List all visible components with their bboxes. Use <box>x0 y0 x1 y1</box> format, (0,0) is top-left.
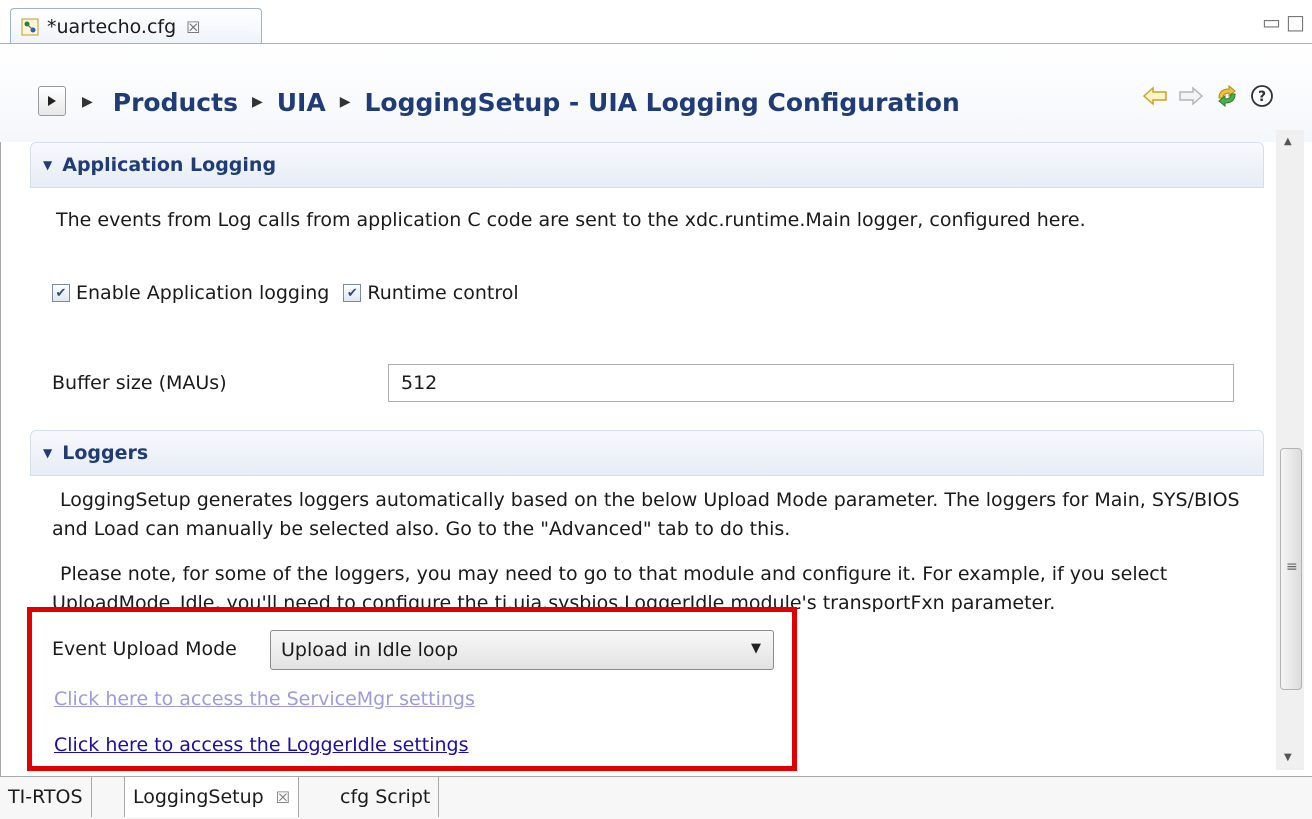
close-icon[interactable]: ☒ <box>186 18 200 37</box>
loggers-description-2: Please note, for some of the loggers, yo… <box>52 563 1168 612</box>
editor-left-border <box>0 44 1 776</box>
application-logging-options: ✔ Enable Application logging ✔ Runtime c… <box>52 282 519 304</box>
breadcrumb-separator-icon: ▶ <box>251 94 263 110</box>
help-icon[interactable]: ? <box>1250 84 1274 114</box>
runtime-control-label: Runtime control <box>367 282 519 304</box>
breadcrumb: ▶ Products ▶ UIA ▶ LoggingSetup - UIA Lo… <box>82 82 960 122</box>
tab-label: TI-RTOS <box>8 786 83 808</box>
loggers-description-1: LoggingSetup generates loggers automatic… <box>52 489 1240 540</box>
section-title: Application Logging <box>62 154 277 176</box>
page-title: LoggingSetup - UIA Logging Configuration <box>364 87 960 117</box>
config-file-icon <box>21 18 39 36</box>
breadcrumb-separator-icon: ▶ <box>82 94 93 110</box>
breadcrumb-item-uia[interactable]: UIA <box>277 88 326 117</box>
buffer-size-input[interactable]: 512 <box>388 364 1234 402</box>
editor-tab-uartecho[interactable]: *uartecho.cfg ☒ <box>10 8 262 45</box>
close-icon[interactable]: ☒ <box>276 788 290 807</box>
forward-arrow-icon[interactable] <box>1178 85 1204 113</box>
bottom-tab-bar: TI-RTOS LoggingSetup ☒ cfg Script <box>0 776 1312 819</box>
vertical-scrollbar[interactable]: ▲ ≡ ▼ <box>1276 130 1304 770</box>
expand-triangle-icon: ▼ <box>43 446 53 460</box>
breadcrumb-separator-icon: ▶ <box>339 94 351 110</box>
section-application-logging-header[interactable]: ▼ Application Logging <box>30 142 1264 188</box>
buffer-size-label: Buffer size (MAUs) <box>52 372 227 394</box>
minimize-icon[interactable]: ▭ <box>1262 10 1281 34</box>
editor-tab-bar: *uartecho.cfg ☒ ▭ □ <box>0 0 1312 45</box>
breadcrumb-item-products[interactable]: Products <box>113 88 238 117</box>
editor-tab-label: *uartecho.cfg <box>47 16 177 38</box>
history-toolbar: ? <box>1142 84 1274 114</box>
scroll-up-arrow-icon[interactable]: ▲ <box>1284 136 1292 147</box>
section-title: Loggers <box>62 442 149 464</box>
enable-application-logging-label: Enable Application logging <box>76 282 330 304</box>
play-icon <box>48 96 56 106</box>
enable-application-logging-checkbox[interactable]: ✔ <box>52 284 70 302</box>
breadcrumb-menu-button[interactable] <box>38 86 66 116</box>
tab-cfg-script[interactable]: cfg Script <box>332 777 440 817</box>
tab-ti-rtos[interactable]: TI-RTOS <box>0 777 92 817</box>
runtime-control-checkbox[interactable]: ✔ <box>343 284 362 302</box>
application-logging-description: The events from Log calls from applicati… <box>56 209 1086 231</box>
maximize-icon[interactable]: □ <box>1286 10 1305 34</box>
tab-label: LoggingSetup <box>133 786 264 808</box>
tab-label: cfg Script <box>340 786 431 808</box>
sync-icon[interactable] <box>1214 84 1240 114</box>
svg-text:?: ? <box>1258 89 1266 105</box>
highlight-annotation-box <box>27 607 797 771</box>
scroll-down-arrow-icon[interactable]: ▼ <box>1284 752 1292 763</box>
grip-icon: ≡ <box>1286 559 1298 575</box>
section-loggers-header[interactable]: ▼ Loggers <box>30 430 1264 476</box>
scrollbar-thumb[interactable]: ≡ <box>1280 448 1302 690</box>
tab-loggingsetup[interactable]: LoggingSetup ☒ <box>124 777 300 817</box>
back-arrow-icon[interactable] <box>1142 85 1168 113</box>
expand-triangle-icon: ▼ <box>43 158 53 172</box>
